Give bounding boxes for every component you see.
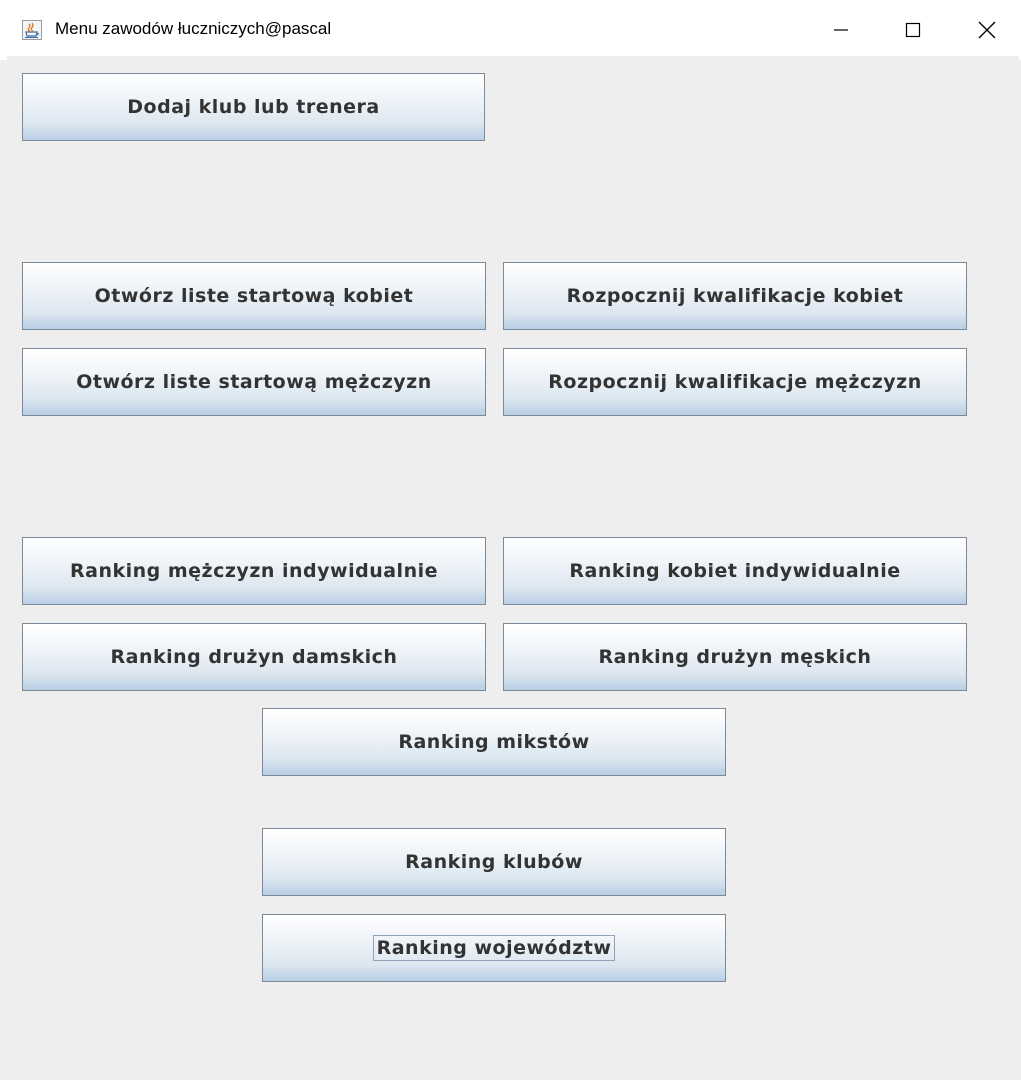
open-start-list-women-button[interactable]: Otwórz liste startową kobiet <box>22 262 486 330</box>
button-label: Otwórz liste startową kobiet <box>94 285 414 307</box>
add-club-or-coach-button[interactable]: Dodaj klub lub trenera <box>22 73 485 141</box>
button-label: Ranking kobiet indywidualnie <box>569 560 901 582</box>
ranking-women-individual-button[interactable]: Ranking kobiet indywidualnie <box>503 537 967 605</box>
java-cup-icon <box>22 20 42 40</box>
ranking-women-teams-button[interactable]: Ranking drużyn damskich <box>22 623 486 691</box>
minimize-icon <box>833 22 849 38</box>
ranking-men-individual-button[interactable]: Ranking mężczyzn indywidualnie <box>22 537 486 605</box>
button-label: Ranking drużyn damskich <box>110 646 398 668</box>
button-label: Rozpocznij kwalifikacje mężczyzn <box>548 371 922 393</box>
close-button[interactable] <box>952 0 1021 60</box>
button-label: Ranking klubów <box>405 851 583 873</box>
button-label: Ranking drużyn męskich <box>598 646 872 668</box>
title-bar[interactable]: Menu zawodów łuczniczych@pascal <box>0 0 1021 60</box>
close-icon <box>978 21 996 39</box>
ranking-men-teams-button[interactable]: Ranking drużyn męskich <box>503 623 967 691</box>
button-label: Ranking mężczyzn indywidualnie <box>70 560 438 582</box>
maximize-button[interactable] <box>878 0 948 60</box>
button-label: Ranking mikstów <box>398 731 590 753</box>
start-qualification-women-button[interactable]: Rozpocznij kwalifikacje kobiet <box>503 262 967 330</box>
ranking-mixed-button[interactable]: Ranking mikstów <box>262 708 726 776</box>
menu-panel: Dodaj klub lub trenera Otwórz liste star… <box>7 56 1019 1080</box>
window-title: Menu zawodów łuczniczych@pascal <box>55 19 332 38</box>
button-label: Rozpocznij kwalifikacje kobiet <box>566 285 904 307</box>
maximize-icon <box>905 22 921 38</box>
button-label: Otwórz liste startową mężczyzn <box>76 371 432 393</box>
start-qualification-men-button[interactable]: Rozpocznij kwalifikacje mężczyzn <box>503 348 967 416</box>
app-window: Menu zawodów łuczniczych@pascal Dodaj kl… <box>0 0 1021 1080</box>
ranking-voivodeships-button[interactable]: Ranking województw <box>262 914 726 982</box>
button-label: Dodaj klub lub trenera <box>127 96 380 118</box>
button-label: Ranking województw <box>372 935 616 961</box>
minimize-button[interactable] <box>806 0 876 60</box>
ranking-clubs-button[interactable]: Ranking klubów <box>262 828 726 896</box>
open-start-list-men-button[interactable]: Otwórz liste startową mężczyzn <box>22 348 486 416</box>
